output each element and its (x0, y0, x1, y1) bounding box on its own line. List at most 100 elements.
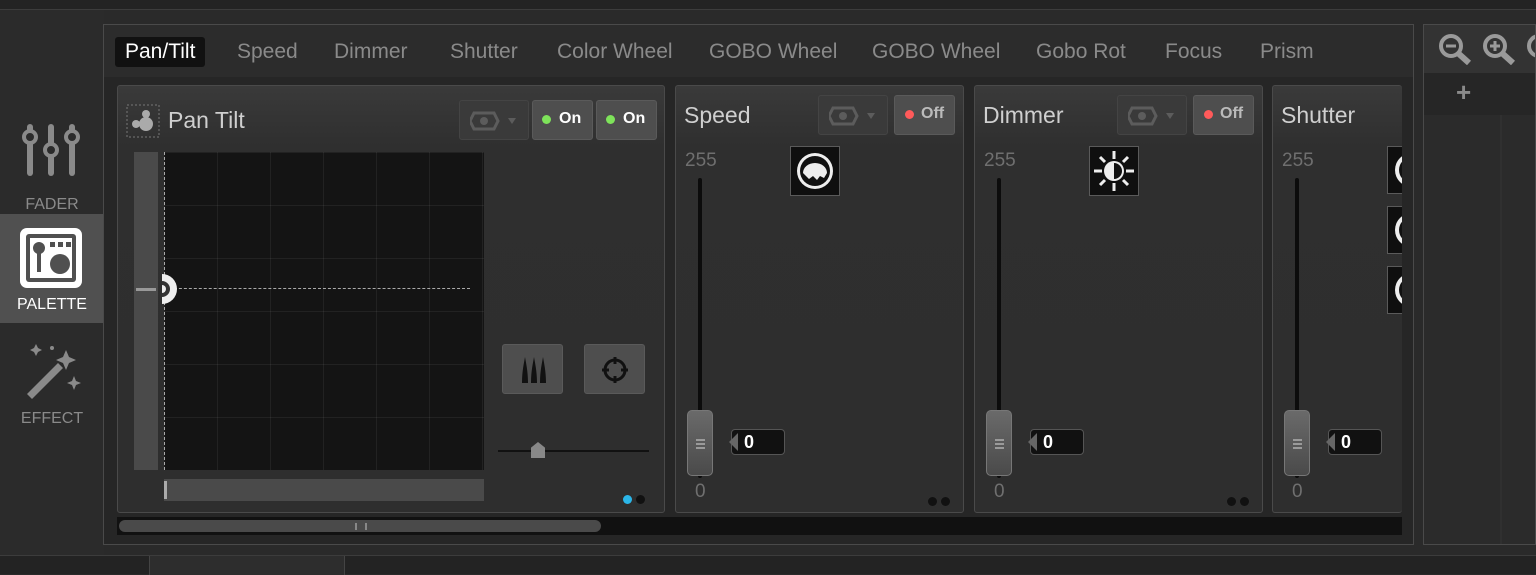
toggle-label: On (623, 110, 646, 127)
fan-spread-icon (522, 357, 546, 383)
tilt-on-toggle[interactable]: On (596, 100, 657, 140)
speed-value[interactable]: 0 (729, 429, 785, 455)
pan-tilt-icon (126, 104, 160, 138)
pan-slider-handle[interactable] (164, 481, 167, 499)
dimmer-palette-button[interactable] (1089, 146, 1139, 196)
shutter-strobe-icon (1395, 216, 1402, 244)
panel-title: Pan Tilt (168, 107, 245, 133)
status-dot (905, 110, 914, 119)
status-dot (542, 115, 551, 124)
bottom-tab-active[interactable] (150, 556, 345, 575)
dimmer-fader-knob[interactable] (986, 410, 1012, 476)
pan-crosshair-line (164, 152, 165, 470)
tab-pan-tilt[interactable]: Pan/Tilt (115, 37, 206, 67)
pan-tilt-panel: Pan Tilt On On (117, 85, 665, 513)
scale-min: 0 (695, 481, 706, 502)
bottom-tab[interactable] (0, 556, 150, 575)
zoom-reset-icon[interactable] (1526, 33, 1535, 65)
pan-tilt-xy-pad[interactable] (162, 152, 484, 470)
speed-fader-knob[interactable] (687, 410, 713, 476)
sidebar-item-palette[interactable]: PALETTE (0, 214, 104, 323)
fixture-mask-icon (470, 111, 516, 131)
sidebar-item-label: PALETTE (17, 296, 87, 313)
sidebar-item-effect[interactable]: EFFECT (0, 328, 104, 438)
fan-spread-button[interactable] (502, 344, 563, 394)
pan-slider[interactable] (164, 479, 484, 501)
toggle-label: On (559, 110, 582, 127)
toggle-label: Off (1220, 105, 1244, 122)
tab-dimmer[interactable]: Dimmer (324, 37, 418, 67)
shutter-palette-button-1[interactable] (1387, 146, 1402, 194)
speed-palette-button[interactable] (790, 146, 840, 196)
shutter-fader-knob[interactable] (1284, 410, 1310, 476)
center-button[interactable] (584, 344, 645, 394)
tab-gobo-rot[interactable]: Gobo Rot (1026, 37, 1136, 67)
dimmer-value[interactable]: 0 (1028, 429, 1084, 455)
speed-palette-icon (797, 153, 833, 189)
page-indicator[interactable] (1227, 493, 1257, 506)
bottom-bar (0, 555, 1536, 575)
fixture-mask-icon (829, 106, 875, 126)
sidebar-item-label: FADER (25, 196, 79, 213)
palette-icon (20, 228, 82, 288)
page-indicator[interactable] (623, 491, 653, 504)
tab-color-wheel[interactable]: Color Wheel (547, 37, 683, 67)
brightness-sun-icon (1094, 151, 1134, 191)
magic-wand-icon (27, 344, 81, 399)
fixture-mask-icon (1128, 106, 1174, 126)
shutter-open-icon (1395, 156, 1402, 184)
top-bar (0, 0, 1536, 10)
sidebar-item-label: EFFECT (20, 410, 84, 427)
tab-prism[interactable]: Prism (1250, 37, 1324, 67)
fine-slider[interactable] (498, 442, 649, 458)
scrollbar-thumb[interactable] (119, 520, 601, 532)
fixture-select-button[interactable] (459, 100, 529, 140)
tab-focus[interactable]: Focus (1155, 37, 1232, 67)
toggle-label: Off (921, 105, 945, 122)
scale-min: 0 (994, 481, 1005, 502)
crosshair-icon (602, 357, 628, 383)
programmer-panel: + (1423, 24, 1536, 545)
shutter-palette-button-3[interactable] (1387, 266, 1402, 314)
shutter-panel: Shutter 255 0 0 (1272, 85, 1402, 513)
tab-gobo-wheel-2[interactable]: GOBO Wheel (862, 37, 1010, 67)
tilt-slider-handle[interactable] (136, 288, 156, 291)
tab-shutter[interactable]: Shutter (440, 37, 528, 67)
page-indicator[interactable] (928, 493, 958, 506)
sliders-icon (22, 124, 80, 176)
scale-max: 255 (685, 150, 717, 171)
tab-bar: Pan/Tilt Speed Dimmer Shutter Color Whee… (104, 25, 1413, 77)
fixture-select-button[interactable] (1117, 95, 1187, 135)
status-dot (1204, 110, 1213, 119)
dimmer-panel: Dimmer Off 255 0 0 (974, 85, 1263, 513)
palette-main-area: Pan/Tilt Speed Dimmer Shutter Color Whee… (103, 24, 1414, 545)
zoom-in-icon[interactable] (1482, 33, 1516, 65)
shutter-value[interactable]: 0 (1326, 429, 1382, 455)
panels-scrollbar[interactable] (117, 517, 1402, 535)
pan-on-toggle[interactable]: On (532, 100, 593, 140)
panel-title: Dimmer (983, 102, 1064, 128)
add-button[interactable]: + (1456, 77, 1471, 108)
zoom-toolbar (1424, 25, 1535, 73)
shutter-palette-button-2[interactable] (1387, 206, 1402, 254)
dimmer-off-toggle[interactable]: Off (1193, 95, 1254, 135)
status-dot (606, 115, 615, 124)
tilt-crosshair-line (164, 288, 470, 289)
pan-tilt-handle[interactable] (162, 274, 184, 304)
grip-icon (355, 523, 367, 530)
panel-title: Shutter (1281, 102, 1356, 128)
shutter-pulse-icon (1395, 276, 1402, 304)
scale-max: 255 (984, 150, 1016, 171)
tilt-slider[interactable] (134, 152, 158, 470)
fine-slider-handle[interactable] (531, 442, 545, 458)
scale-max: 255 (1282, 150, 1314, 171)
tab-speed[interactable]: Speed (227, 37, 308, 67)
scale-min: 0 (1292, 481, 1303, 502)
sidebar: FADER PALETTE EFFECT (0, 10, 104, 555)
fixture-select-button[interactable] (818, 95, 888, 135)
zoom-out-icon[interactable] (1438, 33, 1472, 65)
tab-gobo-wheel-1[interactable]: GOBO Wheel (699, 37, 847, 67)
sidebar-item-fader[interactable]: FADER (0, 114, 104, 224)
speed-off-toggle[interactable]: Off (894, 95, 955, 135)
panel-title: Speed (684, 102, 751, 128)
